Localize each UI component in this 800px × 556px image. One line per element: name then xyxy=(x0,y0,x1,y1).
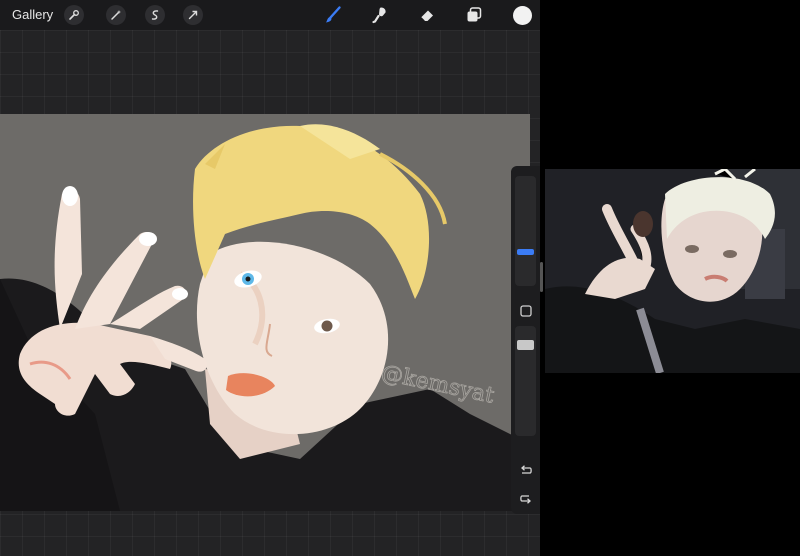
reference-photo xyxy=(545,169,800,373)
undo-icon xyxy=(520,464,532,474)
adjustments-button[interactable] xyxy=(106,5,126,25)
redo-icon xyxy=(519,494,531,504)
artwork-illustration: @kemsyat xyxy=(0,114,530,511)
layers-button[interactable] xyxy=(463,4,485,26)
procreate-app: Gallery @kemsyat xyxy=(0,0,540,556)
split-view-handle[interactable] xyxy=(540,262,543,292)
gallery-button[interactable]: Gallery xyxy=(12,7,53,22)
modify-button[interactable] xyxy=(517,302,534,319)
square-icon xyxy=(519,304,532,317)
drawing-canvas[interactable]: @kemsyat xyxy=(0,114,530,511)
layers-icon xyxy=(467,7,482,22)
selection-button[interactable] xyxy=(145,5,165,25)
actions-button[interactable] xyxy=(64,5,84,25)
top-toolbar: Gallery xyxy=(0,0,540,30)
transform-arrow-icon xyxy=(188,10,198,20)
reference-photo-image xyxy=(545,169,800,373)
brush-sidebar xyxy=(511,166,540,514)
color-picker-swatch[interactable] xyxy=(513,6,532,25)
redo-button[interactable] xyxy=(517,490,534,507)
undo-button[interactable] xyxy=(517,462,534,479)
smudge-icon xyxy=(372,7,386,24)
brush-icon xyxy=(326,6,341,23)
opacity-handle[interactable] xyxy=(517,340,534,350)
eraser-icon xyxy=(420,10,433,22)
brush-size-handle[interactable] xyxy=(517,249,534,255)
brush-size-slider[interactable] xyxy=(515,176,536,286)
opacity-slider[interactable] xyxy=(515,326,536,436)
brush-tool-button[interactable] xyxy=(322,4,344,26)
eraser-tool-button[interactable] xyxy=(416,4,438,26)
selection-icon xyxy=(151,10,159,20)
magic-wand-icon xyxy=(111,10,121,20)
transform-button[interactable] xyxy=(183,5,203,25)
smudge-tool-button[interactable] xyxy=(369,4,391,26)
wrench-icon xyxy=(69,10,79,20)
